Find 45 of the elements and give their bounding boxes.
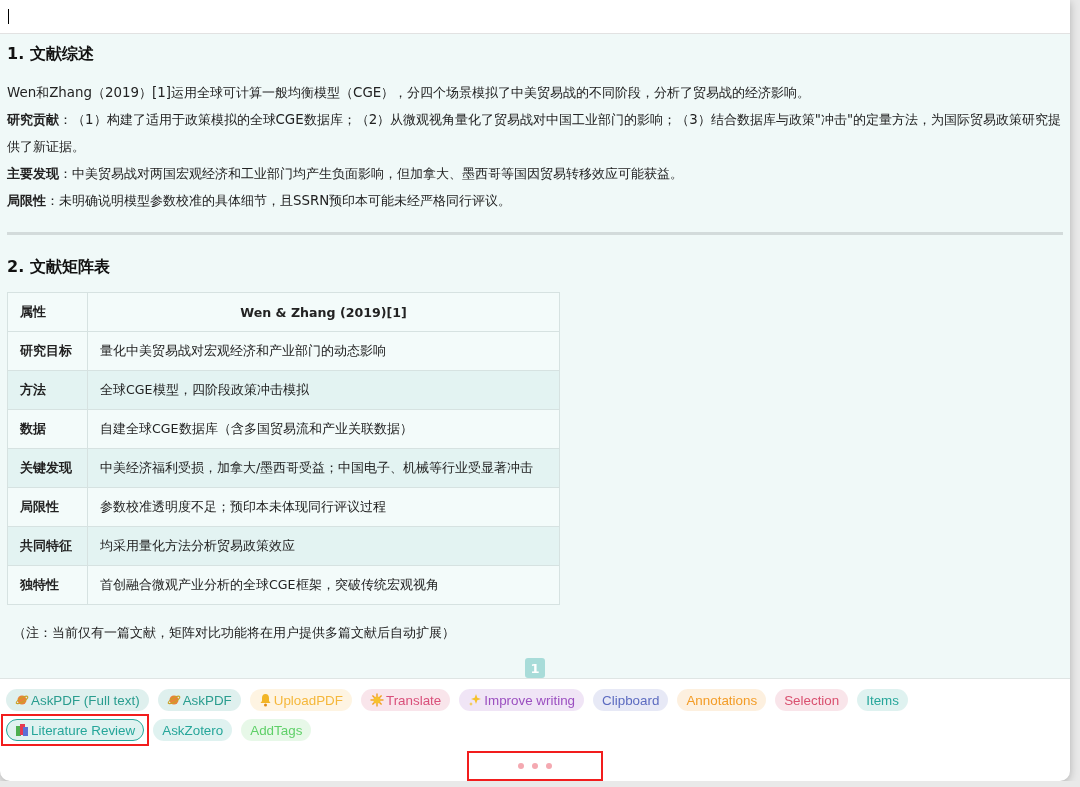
books-icon [15, 723, 29, 737]
input-field[interactable] [0, 0, 1070, 34]
table-cell: 关键发现 [7, 448, 88, 488]
prompt-tag[interactable]: Improve writing [459, 689, 585, 711]
table-cell: 量化中美贸易战对宏观经济和产业部门的动态影响 [87, 331, 560, 371]
prompt-tag[interactable]: Annotations [677, 689, 767, 711]
table-cell: 自建全球CGE数据库（含多国贸易流和产业关联数据） [87, 409, 560, 449]
paragraph: 研究贡献：（1）构建了适用于政策模拟的全球CGE数据库；（2）从微观视角量化了贸易战对中国工业部门的影响；（3）结合数据库与政策"冲击"的定量方法，为国际贸易政策研究提供了新证据。 [7, 111, 1063, 156]
prompt-tag[interactable]: Clipboard [593, 689, 669, 711]
planet-icon [15, 693, 29, 707]
prompt-tag[interactable]: Selection [775, 689, 849, 711]
paragraph: Wen和Zhang（2019）[1]运用全球可计算一般均衡模型（CGE），分四个场景模拟了中美贸易战的不同阶段，分析了贸易战的经济影响。 [7, 84, 812, 102]
paragraph: 主要发现：中美贸易战对两国宏观经济和工业部门均产生负面影响，但加拿大、墨西哥等国因贸易转移效应可能获益。 [7, 165, 684, 183]
prompt-tag[interactable]: Items [857, 689, 908, 711]
page-button[interactable]: 1 [525, 658, 545, 678]
prompt-tag[interactable]: AddTags [241, 719, 312, 741]
column-header: Wen & Zhang (2019)[1] [87, 292, 560, 332]
note: （注：当前仅有一篇文献，矩阵对比功能将在用户提供多篇文献后自动扩展） [13, 625, 456, 642]
table-cell: 参数校准透明度不足；预印本未体现同行评议过程 [87, 487, 560, 527]
paragraph: 局限性：未明确说明模型参数校准的具体细节，且SSRN预印本可能未经严格同行评议。 [7, 192, 513, 210]
bell-icon [258, 693, 272, 707]
section-heading: 2. 文献矩阵表 [7, 257, 111, 278]
table-cell: 数据 [7, 409, 88, 449]
table-cell: 独特性 [7, 565, 88, 605]
prompt-tag[interactable]: Literature Review [6, 719, 145, 741]
prompt-tag[interactable]: AskPDF [157, 689, 241, 711]
table-cell: 全球CGE模型，四阶段政策冲击模拟 [87, 370, 560, 410]
table-cell: 首创融合微观产业分析的全球CGE框架，突破传统宏观视角 [87, 565, 560, 605]
more-button[interactable] [467, 751, 603, 781]
section-heading: 1. 文献综述 [7, 44, 95, 65]
more-icon [517, 762, 553, 770]
table-cell: 中美经济福利受损，加拿大/墨西哥受益；中国电子、机械等行业受显著冲击 [87, 448, 560, 488]
sparkles-icon [468, 693, 483, 707]
table-cell: 共同特征 [7, 526, 88, 566]
table-cell: 局限性 [7, 487, 88, 527]
column-header: 属性 [7, 292, 88, 332]
table-cell: 均采用量化方法分析贸易政策效应 [87, 526, 560, 566]
planet-icon [166, 693, 181, 707]
prompt-tag[interactable]: AskZotero [153, 719, 233, 741]
prompt-tag[interactable]: AskPDF (Full text) [6, 689, 149, 711]
sun-icon [369, 693, 384, 707]
prompt-tag[interactable]: Translate [360, 689, 451, 711]
prompt-tag[interactable]: UploadPDF [249, 689, 352, 711]
table-cell: 方法 [7, 370, 88, 410]
table-cell: 研究目标 [7, 331, 88, 371]
